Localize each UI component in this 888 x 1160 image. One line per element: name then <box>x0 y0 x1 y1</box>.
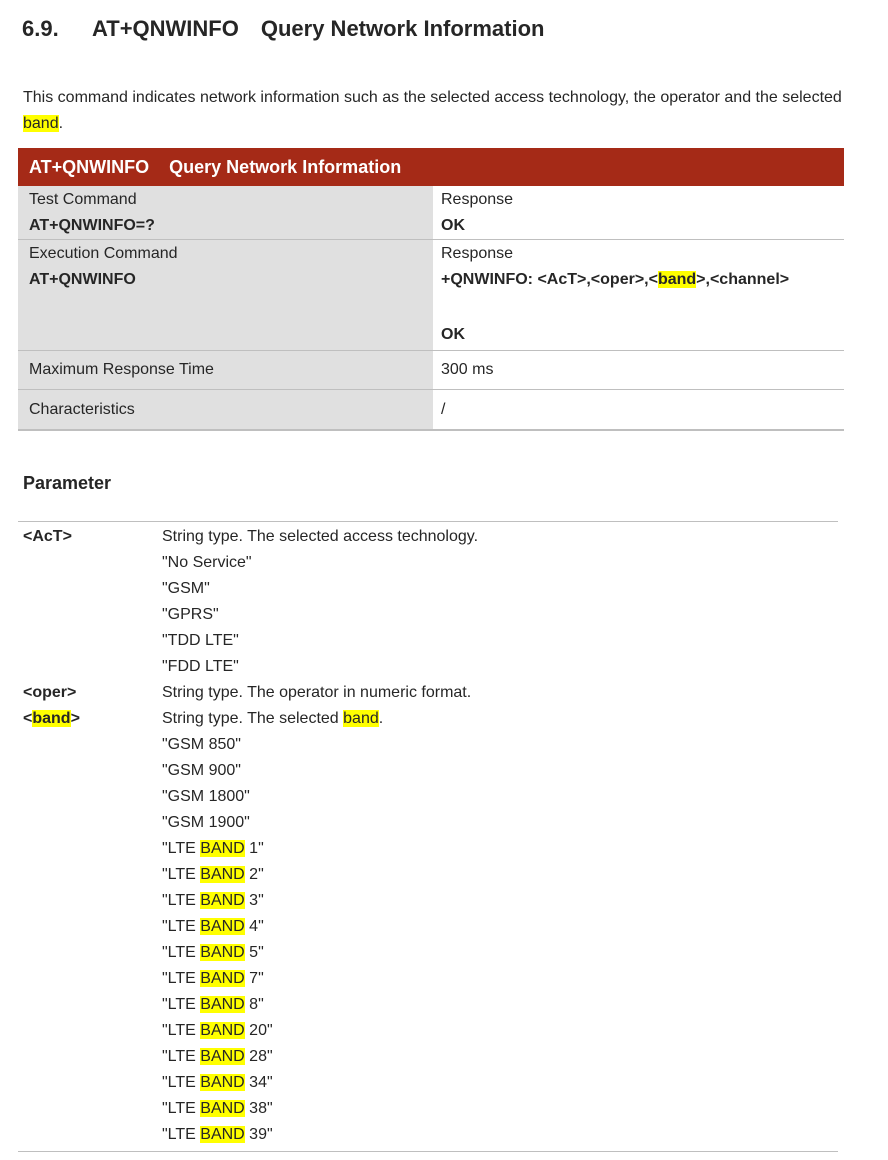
param-act-desc: String type. The selected access technol… <box>162 528 479 545</box>
section-number: 6.9. <box>22 16 59 41</box>
param-band-desc: String type. The selected band. <box>162 710 384 727</box>
exec-response-value: +QNWINFO: <AcT>,<oper>,<band>,<channel> <box>441 271 790 288</box>
characteristics-row: Characteristics / <box>18 390 844 431</box>
intro-paragraph: This command indicates network informati… <box>23 85 843 137</box>
header-command: AT+QNWINFO <box>29 156 150 177</box>
max-response-time-value: 300 ms <box>433 351 844 389</box>
exec-response-label: Response <box>441 245 514 262</box>
max-response-time-row: Maximum Response Time 300 ms <box>18 351 844 390</box>
param-act-value: "TDD LTE" <box>162 632 239 649</box>
exec-response-ok: OK <box>441 326 465 343</box>
param-oper-row: <oper> String type. The operator in nume… <box>18 680 838 706</box>
test-response-label: Response <box>441 191 514 208</box>
param-oper-desc: String type. The operator in numeric for… <box>162 684 472 701</box>
command-table: AT+QNWINFO Query Network Information Test… <box>18 148 844 431</box>
param-band-row: <band> String type. The selected band. "… <box>18 706 838 1148</box>
characteristics-label: Characteristics <box>18 390 433 429</box>
intro-text: This command indicates network informati… <box>23 89 842 106</box>
param-band-lte-value: "LTE BAND 5" <box>162 944 264 961</box>
exec-command-label: Execution Command <box>29 245 178 262</box>
param-band-lte-value: "LTE BAND 20" <box>162 1022 273 1039</box>
param-act-name: <AcT> <box>23 528 72 545</box>
param-band-lte-value: "LTE BAND 34" <box>162 1074 273 1091</box>
param-act-value: "No Service" <box>162 554 252 571</box>
parameter-table: <AcT> String type. The selected access t… <box>18 521 838 1152</box>
param-band-lte-value: "LTE BAND 8" <box>162 996 264 1013</box>
test-command-syntax: AT+QNWINFO=? <box>29 217 155 234</box>
param-band-name: <band> <box>23 710 80 727</box>
param-band-lte-value: "LTE BAND 1" <box>162 840 264 857</box>
exec-command-syntax: AT+QNWINFO <box>29 271 136 288</box>
section-heading: 6.9. AT+QNWINFO Query Network Information <box>22 16 544 42</box>
intro-text-end: . <box>58 115 64 132</box>
max-response-time-label: Maximum Response Time <box>18 351 433 389</box>
command-table-header: AT+QNWINFO Query Network Information <box>18 148 844 186</box>
param-oper-name: <oper> <box>23 684 77 701</box>
param-act-value: "FDD LTE" <box>162 658 239 675</box>
param-band-value: "GSM 1900" <box>162 814 250 831</box>
header-title: Query Network Information <box>169 156 402 177</box>
param-band-value: "GSM 1800" <box>162 788 250 805</box>
parameter-heading: Parameter <box>23 473 112 493</box>
param-band-value: "GSM 850" <box>162 736 241 753</box>
section-title: Query Network Information <box>260 16 545 41</box>
param-band-lte-value: "LTE BAND 38" <box>162 1100 273 1117</box>
intro-highlight: band <box>23 115 59 132</box>
test-command-row: Test Command AT+QNWINFO=? Response OK <box>18 186 844 240</box>
param-act-row: <AcT> String type. The selected access t… <box>18 524 838 680</box>
execution-command-row: Execution Command AT+QNWINFO Response +Q… <box>18 240 844 351</box>
test-response-value: OK <box>441 217 465 234</box>
param-band-lte-value: "LTE BAND 28" <box>162 1048 273 1065</box>
test-command-label: Test Command <box>29 191 137 208</box>
param-band-value: "GSM 900" <box>162 762 241 779</box>
param-act-value: "GPRS" <box>162 606 219 623</box>
param-band-lte-value: "LTE BAND 7" <box>162 970 264 987</box>
param-band-lte-value: "LTE BAND 4" <box>162 918 264 935</box>
param-band-lte-value: "LTE BAND 2" <box>162 866 264 883</box>
param-act-value: "GSM" <box>162 580 210 597</box>
characteristics-value: / <box>433 390 844 429</box>
param-band-lte-value: "LTE BAND 39" <box>162 1126 273 1143</box>
param-band-lte-value: "LTE BAND 3" <box>162 892 264 909</box>
section-command: AT+QNWINFO <box>92 16 239 41</box>
